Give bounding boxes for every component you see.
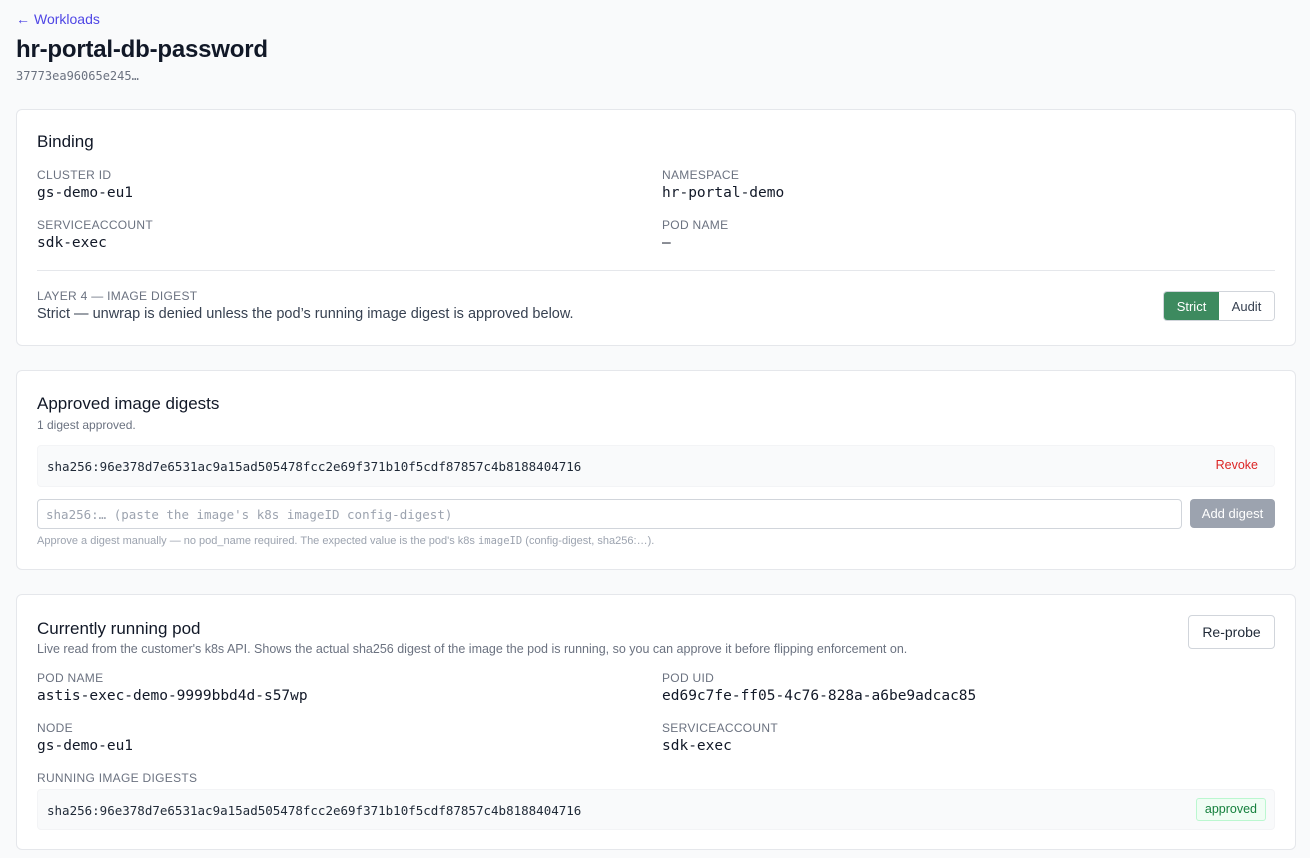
running-digest-value: sha256:96e378d7e6531ac9a15ad505478fcc2e6…: [47, 803, 582, 818]
back-link-label: Workloads: [34, 11, 100, 27]
running-serviceaccount-value: sdk-exec: [662, 738, 732, 754]
node-value: gs-demo-eu1: [37, 738, 134, 754]
pod-uid-label: POD UID: [662, 671, 715, 685]
workload-id: 37773ea96065e245…: [16, 69, 139, 83]
approved-badge: approved: [1195, 798, 1266, 821]
help-text-prefix: Approve a digest manually — no pod_name …: [37, 535, 478, 547]
help-text-suffix: (config-digest, sha256:…).: [522, 535, 655, 547]
approved-count: 1 digest approved.: [37, 418, 136, 432]
binding-title: Binding: [37, 132, 94, 151]
serviceaccount-label: SERVICEACCOUNT: [37, 218, 153, 232]
running-pod-title: Currently running pod: [37, 619, 201, 638]
layer-label: LAYER 4 — IMAGE DIGEST: [37, 289, 198, 303]
running-pod-description: Live read from the customer's k8s API. S…: [37, 642, 908, 656]
arrow-left-icon: ←: [16, 11, 30, 27]
add-digest-button[interactable]: Add digest: [1190, 499, 1275, 528]
approved-digest-row: sha256:96e378d7e6531ac9a15ad505478fcc2e6…: [37, 445, 1275, 487]
back-link-workloads[interactable]: ← Workloads: [16, 11, 100, 27]
mode-strict-button[interactable]: Strict: [1164, 292, 1219, 320]
divider: [37, 270, 1275, 271]
running-digest-row: sha256:96e378d7e6531ac9a15ad505478fcc2e6…: [37, 789, 1275, 830]
cluster-id-label: CLUSTER ID: [37, 168, 112, 182]
page-title: hr-portal-db-password: [16, 36, 268, 63]
running-digests-label: RUNNING IMAGE DIGESTS: [37, 771, 198, 785]
running-pod-name-value: astis-exec-demo-9999bbd4d-s57wp: [37, 688, 308, 704]
pod-name-label: POD NAME: [662, 218, 729, 232]
namespace-value: hr-portal-demo: [662, 185, 785, 201]
enforcement-mode-toggle: Strict Audit: [1163, 291, 1275, 321]
help-text-code: imageID: [477, 535, 523, 547]
namespace-label: NAMESPACE: [662, 168, 740, 182]
approved-digests-card: Approved image digests 1 digest approved…: [16, 370, 1296, 570]
approved-digest-value: sha256:96e378d7e6531ac9a15ad505478fcc2e6…: [47, 459, 582, 474]
approved-digests-title: Approved image digests: [37, 394, 220, 413]
enforcement-description: Strict — unwrap is denied unless the pod…: [37, 306, 574, 322]
reprobe-button[interactable]: Re-probe: [1188, 615, 1275, 649]
mode-audit-button[interactable]: Audit: [1219, 292, 1274, 320]
revoke-button[interactable]: Revoke: [1216, 458, 1258, 472]
serviceaccount-value: sdk-exec: [37, 235, 107, 251]
pod-name-value: —: [662, 235, 671, 251]
running-pod-card: Currently running pod Live read from the…: [16, 594, 1296, 850]
digest-input[interactable]: [37, 499, 1182, 529]
running-serviceaccount-label: SERVICEACCOUNT: [662, 721, 778, 735]
help-text: Approve a digest manually — no pod_name …: [37, 535, 654, 547]
running-pod-name-label: POD NAME: [37, 671, 104, 685]
binding-card: Binding CLUSTER ID gs-demo-eu1 NAMESPACE…: [16, 109, 1296, 346]
node-label: NODE: [37, 721, 73, 735]
cluster-id-value: gs-demo-eu1: [37, 185, 134, 201]
pod-uid-value: ed69c7fe-ff05-4c76-828a-a6be9adcac85: [662, 688, 977, 704]
